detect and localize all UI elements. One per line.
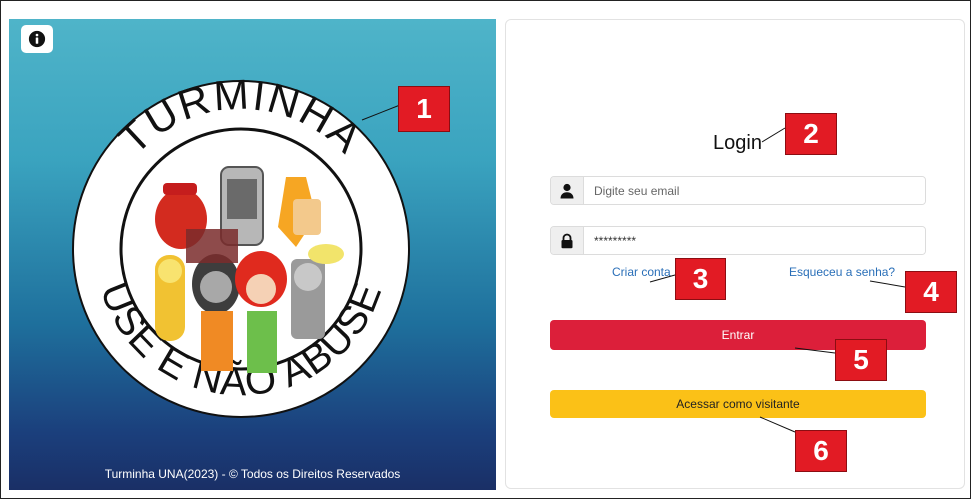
- lock-icon: [561, 233, 573, 248]
- login-title: Login: [713, 132, 762, 154]
- annotation-marker-4: 4: [905, 271, 957, 313]
- annotation-marker-1: 1: [398, 86, 450, 132]
- email-input[interactable]: [584, 177, 925, 204]
- guest-access-button[interactable]: Acessar como visitante: [550, 390, 926, 418]
- email-addon: [551, 177, 584, 204]
- info-button[interactable]: [21, 25, 53, 53]
- user-icon: [560, 183, 574, 198]
- forgot-password-link[interactable]: Esqueceu a senha?: [789, 265, 895, 279]
- turminha-logo: TURMINHA USE E NÃO ABUSE: [72, 79, 410, 418]
- password-addon: [551, 227, 584, 254]
- annotation-marker-5: 5: [835, 339, 887, 381]
- email-field: [550, 176, 926, 205]
- password-field: [550, 226, 926, 255]
- footer-copyright: Turminha UNA(2023) - © Todos os Direitos…: [104, 467, 401, 481]
- annotation-marker-6: 6: [795, 430, 847, 472]
- create-account-link[interactable]: Criar conta: [612, 265, 671, 279]
- password-input[interactable]: [584, 227, 925, 254]
- info-circle-icon: [28, 30, 46, 48]
- annotation-marker-3: 3: [675, 258, 726, 300]
- annotation-marker-2: 2: [785, 113, 837, 155]
